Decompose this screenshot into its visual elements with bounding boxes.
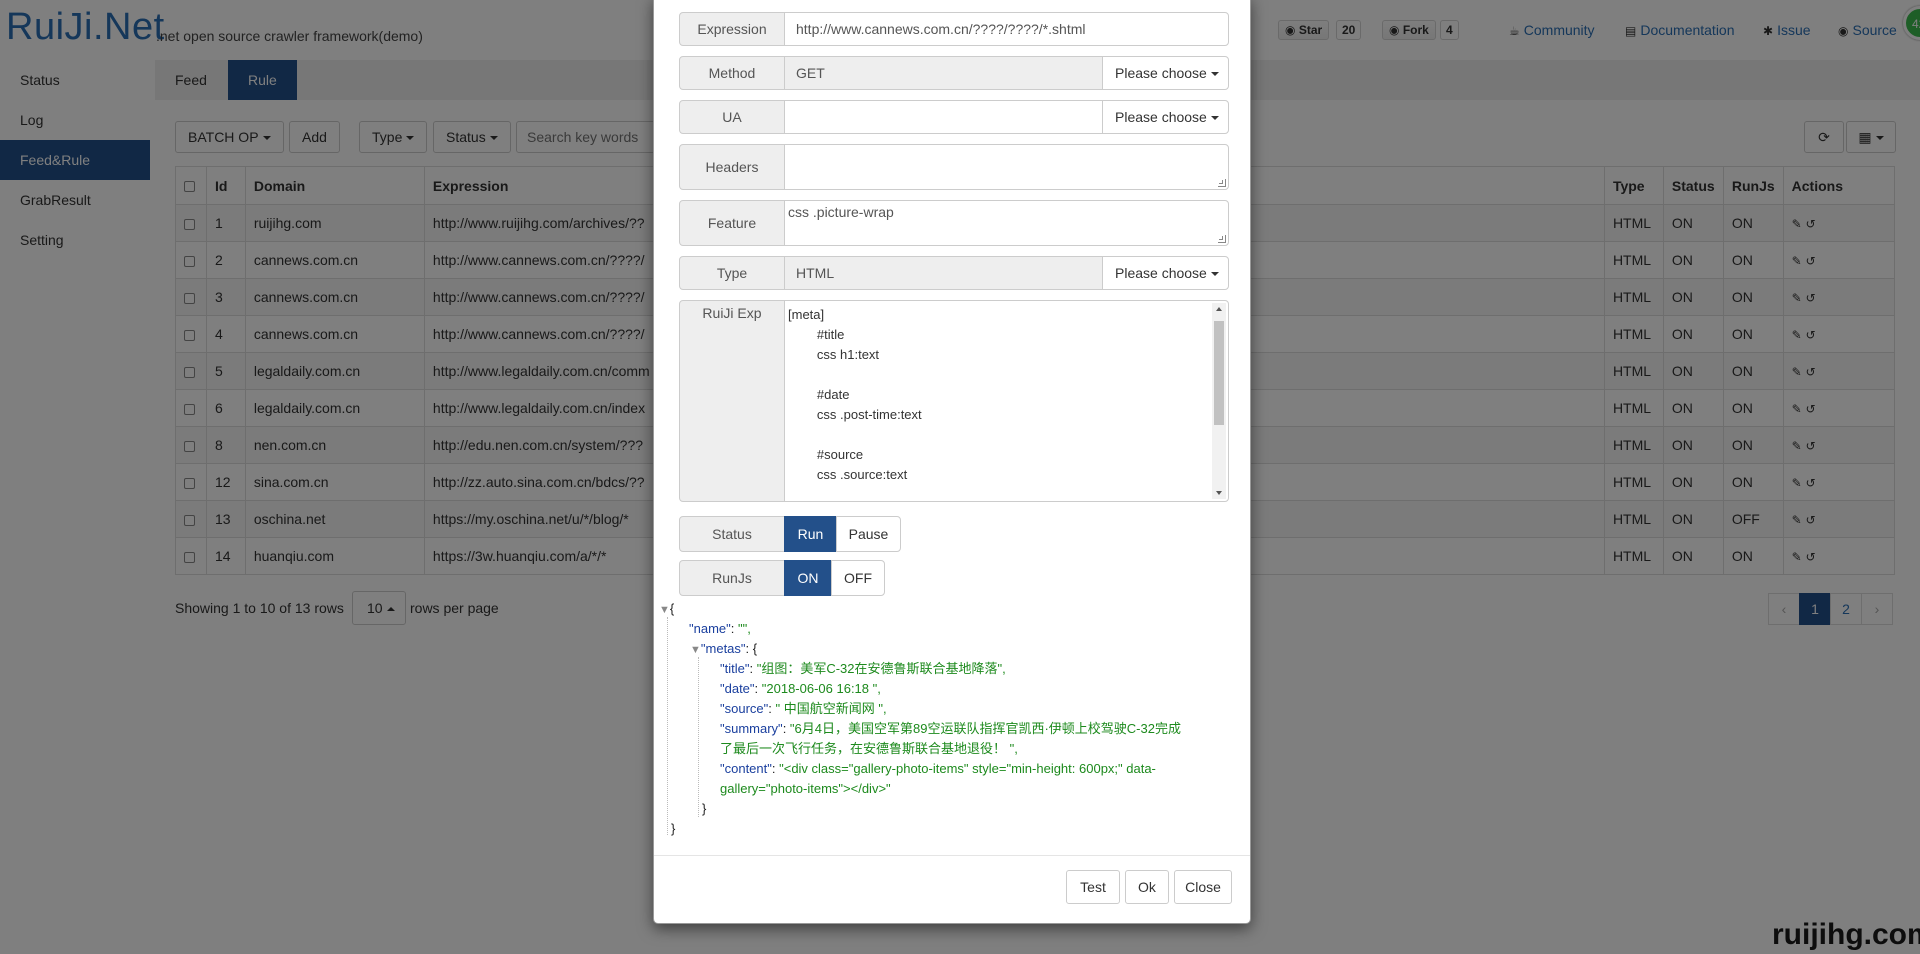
caret-down-icon [1210, 116, 1219, 121]
modal-footer-divider [654, 855, 1250, 856]
scroll-down-icon[interactable] [1216, 491, 1222, 495]
rule-edit-modal: Expression http://www.cannews.com.cn/???… [653, 0, 1251, 924]
scroll-up-icon[interactable] [1216, 307, 1222, 311]
ua-label: UA [679, 100, 785, 134]
runjs-off-toggle[interactable]: OFF [831, 560, 885, 596]
scroll-thumb[interactable] [1214, 321, 1224, 425]
method-label: Method [679, 56, 785, 90]
resize-grip-icon[interactable] [1218, 179, 1226, 187]
ua-group: UA Please choose [679, 100, 1229, 134]
collapse-toggle-icon[interactable]: ▼ [690, 644, 701, 656]
method-dropdown[interactable]: Please choose [1102, 56, 1229, 90]
expression-group: Expression http://www.cannews.com.cn/???… [679, 12, 1229, 46]
test-button[interactable]: Test [1066, 870, 1120, 904]
ruiji-scrollbar[interactable] [1212, 303, 1226, 499]
ua-input[interactable] [784, 100, 1103, 134]
caret-down-icon [1210, 72, 1219, 77]
json-guide [667, 617, 668, 835]
caret-down-icon [1210, 272, 1219, 277]
runjs-label: RunJs [679, 560, 785, 596]
type-label: Type [679, 256, 785, 290]
ruiji-label: RuiJi Exp [679, 300, 785, 502]
feature-label: Feature [679, 200, 785, 246]
type-dropdown[interactable]: Please choose [1102, 256, 1229, 290]
method-input[interactable]: GET [784, 56, 1103, 90]
type-input[interactable]: HTML [784, 256, 1103, 290]
json-guide [698, 657, 699, 817]
headers-group: Headers [679, 144, 1229, 190]
status-label: Status [679, 516, 785, 552]
runjs-on-toggle[interactable]: ON [784, 560, 832, 596]
runjs-group: RunJs ON OFF [679, 560, 1229, 596]
status-pause-toggle[interactable]: Pause [836, 516, 901, 552]
expression-label: Expression [679, 12, 785, 46]
ok-button[interactable]: Ok [1125, 870, 1169, 904]
ruiji-textarea[interactable]: [meta] #title css h1:text #date css .pos… [784, 300, 1229, 502]
close-button[interactable]: Close [1174, 870, 1232, 904]
resize-grip-icon[interactable] [1218, 235, 1226, 243]
feature-textarea[interactable]: css .picture-wrap [784, 200, 1229, 246]
expression-input[interactable]: http://www.cannews.com.cn/????/????/*.sh… [784, 12, 1229, 46]
type-group: Type HTML Please choose [679, 256, 1229, 290]
feature-group: Feature css .picture-wrap [679, 200, 1229, 246]
headers-label: Headers [679, 144, 785, 190]
collapse-toggle-icon[interactable]: ▼ [659, 604, 670, 616]
status-run-toggle[interactable]: Run [784, 516, 837, 552]
method-group: Method GET Please choose [679, 56, 1229, 90]
status-group: Status Run Pause [679, 516, 1229, 552]
ua-dropdown[interactable]: Please choose [1102, 100, 1229, 134]
headers-textarea[interactable] [784, 144, 1229, 190]
ruiji-group: RuiJi Exp [meta] #title css h1:text #dat… [679, 300, 1229, 502]
